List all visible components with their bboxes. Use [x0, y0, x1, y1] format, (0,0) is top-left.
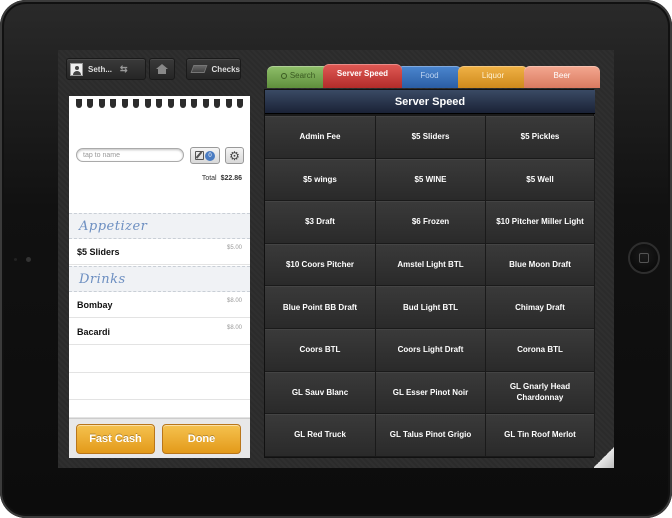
menu-item-button[interactable]: GL Talus Pinot Grigio	[376, 414, 486, 457]
sensor-dot	[14, 258, 17, 261]
tab-server-speed[interactable]: Server Speed	[323, 64, 402, 88]
fast-cash-button[interactable]: Fast Cash	[76, 424, 155, 454]
tab-beer[interactable]: Beer	[524, 66, 600, 88]
section-header-drinks: Drinks	[69, 266, 250, 292]
tab-search[interactable]: Search	[267, 66, 329, 88]
settings-button[interactable]: ⚙	[225, 147, 244, 164]
menu-item-button[interactable]: $6 Frozen	[376, 201, 486, 244]
tab-liquor[interactable]: Liquor	[458, 66, 528, 88]
edit-count-badge: 0	[205, 150, 215, 161]
home-icon	[156, 64, 168, 74]
order-item-row[interactable]: $5 Sliders $5.00	[69, 239, 250, 265]
menu-item-button[interactable]: Coors Light Draft	[376, 328, 486, 372]
menu-item-button[interactable]: Amstel Light BTL	[376, 243, 486, 287]
menu-item-button[interactable]: GL Red Truck	[265, 414, 376, 457]
menu-item-button[interactable]: $5 Pickles	[486, 116, 595, 159]
ipad-bezel: Seth... ⇆ Checks 0 ⚙ Total $22.	[0, 0, 672, 518]
home-button[interactable]	[149, 58, 175, 80]
checks-label: Checks	[211, 64, 240, 74]
user-button[interactable]: Seth... ⇆	[66, 58, 146, 80]
menu-item-button[interactable]: Blue Point BB Draft	[265, 286, 376, 329]
menu-item-button[interactable]: $5 Sliders	[376, 116, 486, 159]
total-label: Total	[201, 175, 217, 182]
menu-item-button[interactable]: Corona BTL	[486, 328, 595, 372]
order-item-name: Bacardi	[77, 327, 111, 337]
menu-panel: Server Speed Admin Fee $5 Sliders $5 Pickl…	[264, 89, 595, 458]
menu-item-button[interactable]: Blue Moon Draft	[486, 243, 595, 287]
menu-item-button[interactable]: GL Tin Roof Merlot	[486, 414, 595, 457]
menu-grid: Admin Fee $5 Sliders $5 Pickles $5 wings $5 …	[265, 116, 595, 457]
gear-icon: ⚙	[229, 148, 240, 163]
menu-item-button[interactable]: $10 Pitcher Miller Light	[486, 201, 595, 244]
menu-item-button[interactable]: $5 WINE	[376, 158, 486, 202]
menu-item-button[interactable]: GL Sauv Blanc	[265, 371, 376, 415]
order-item-price: $8.00	[226, 325, 242, 331]
total-value: $22.86	[220, 175, 242, 182]
order-item-row[interactable]: Bacardi $8.00	[69, 319, 250, 345]
empty-line	[69, 346, 250, 373]
order-pad: 0 ⚙ Total $22.86 Appetizer $5 Sliders $5…	[69, 96, 250, 458]
page-curl[interactable]	[594, 446, 614, 468]
tab-label: Beer	[553, 71, 571, 80]
tab-label: Search	[289, 71, 316, 80]
tab-food[interactable]: Food	[397, 66, 462, 88]
app-screen: Seth... ⇆ Checks 0 ⚙ Total $22.	[58, 50, 614, 468]
menu-item-button[interactable]: Admin Fee	[265, 116, 376, 159]
home-hardware-button[interactable]	[628, 242, 660, 274]
menu-item-button[interactable]: Chimay Draft	[486, 286, 595, 329]
menu-item-button[interactable]: Coors BTL	[265, 328, 376, 372]
search-icon	[280, 73, 287, 79]
check-name-input[interactable]	[76, 148, 184, 162]
order-item-price: $5.00	[226, 245, 242, 251]
transfer-icon: ⇆	[120, 63, 128, 74]
menu-item-button[interactable]: GL Gnarly Head Chardonnay	[486, 371, 595, 415]
edit-icon	[195, 151, 204, 160]
empty-line	[69, 373, 250, 400]
section-header-appetizer: Appetizer	[69, 213, 250, 239]
menu-item-button[interactable]: $5 Well	[486, 158, 595, 202]
tab-label: Server Speed	[336, 69, 389, 78]
order-item-price: $8.00	[226, 298, 242, 304]
empty-line	[69, 400, 250, 418]
camera-dot	[26, 257, 31, 262]
order-item-row[interactable]: Bombay $8.00	[69, 292, 250, 318]
pad-binding-holes	[69, 99, 250, 109]
pad-footer: Fast Cash Done	[69, 418, 250, 458]
menu-item-button[interactable]: GL Esser Pinot Noir	[376, 371, 486, 415]
order-item-name: $5 Sliders	[77, 247, 120, 257]
edit-check-button[interactable]: 0	[190, 147, 220, 164]
menu-item-button[interactable]: $3 Draft	[265, 201, 376, 244]
checks-button[interactable]: Checks	[186, 58, 241, 80]
menu-item-button[interactable]: $5 wings	[265, 158, 376, 202]
user-name: Seth...	[88, 64, 113, 74]
order-total: Total $22.86	[69, 175, 242, 182]
order-item-name: Bombay	[77, 300, 113, 310]
tab-label: Liquor	[481, 71, 505, 80]
menu-title: Server Speed	[265, 90, 595, 114]
avatar-icon	[70, 62, 83, 76]
tab-label: Food	[420, 71, 439, 80]
done-button[interactable]: Done	[162, 424, 241, 454]
menu-item-button[interactable]: Bud Light BTL	[376, 286, 486, 329]
menu-item-button[interactable]: $10 Coors Pitcher	[265, 243, 376, 287]
checks-icon	[190, 65, 207, 73]
